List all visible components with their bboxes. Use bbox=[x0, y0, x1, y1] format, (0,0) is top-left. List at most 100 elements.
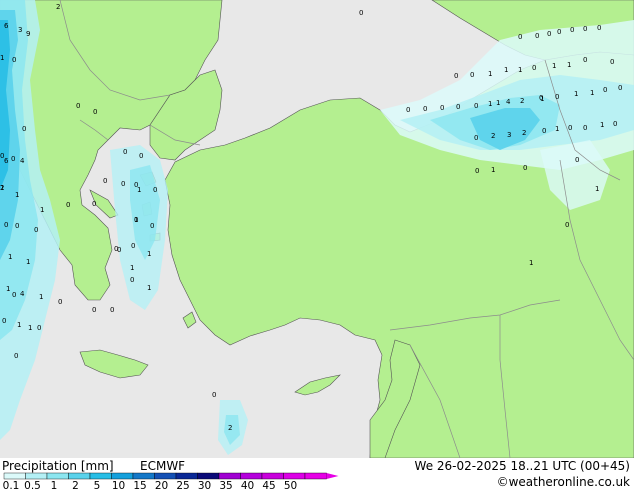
point-value: 4 bbox=[20, 290, 25, 298]
point-value: 3 bbox=[507, 131, 511, 139]
legend-tick-label: 45 bbox=[262, 480, 275, 490]
point-value: 2 bbox=[491, 132, 495, 140]
footer: Precipitation [mm] ECMWF We 26-02-2025 1… bbox=[0, 458, 634, 490]
map-canvas: 2 0 6 3 9 1 0 0 0 0 0 0 0 0 4 6 0 0 1 0 … bbox=[0, 0, 634, 490]
credit-text: ©weatheronline.co.uk bbox=[497, 475, 630, 489]
legend-tick-label: 50 bbox=[284, 480, 297, 490]
point-value: 0 bbox=[603, 86, 607, 94]
point-value: 0 bbox=[92, 306, 96, 314]
point-value: 1 bbox=[40, 206, 44, 214]
point-value: 0 bbox=[475, 167, 479, 175]
point-value: 2 bbox=[520, 97, 524, 105]
point-value: 0 bbox=[575, 156, 579, 164]
legend-tick-label: 0.1 bbox=[3, 480, 20, 490]
legend-swatch bbox=[261, 472, 284, 480]
legend-tick-label: 40 bbox=[241, 480, 254, 490]
point-value: 0 bbox=[518, 33, 522, 41]
legend-swatch bbox=[132, 472, 155, 480]
point-value: 1 bbox=[137, 186, 141, 194]
point-value: 6 bbox=[4, 157, 9, 165]
point-value: 1 bbox=[595, 185, 599, 193]
valid-time: We 26-02-2025 18..21 UTC (00+45) bbox=[415, 459, 630, 473]
point-value: 0 bbox=[212, 391, 216, 399]
legend-tick-label: 35 bbox=[219, 480, 232, 490]
legend-swatch bbox=[25, 472, 48, 480]
point-value: 1 bbox=[15, 191, 19, 199]
point-value: 0 bbox=[4, 221, 8, 229]
point-value: 0 bbox=[610, 58, 614, 66]
point-value: 1 bbox=[555, 125, 559, 133]
point-value: 4 bbox=[20, 157, 25, 165]
point-value: 0 bbox=[523, 164, 527, 172]
point-value: 0 bbox=[66, 201, 70, 209]
legend-swatch bbox=[154, 472, 177, 480]
point-value: 1 bbox=[600, 121, 604, 129]
legend-tick-label: 30 bbox=[198, 480, 211, 490]
point-value: 1 bbox=[147, 250, 151, 258]
point-value: 0 bbox=[37, 324, 41, 332]
point-value: 0 bbox=[557, 28, 561, 36]
point-value: 0 bbox=[12, 291, 16, 299]
point-value: 0 bbox=[454, 72, 458, 80]
point-value: 1 bbox=[26, 258, 30, 266]
point-value: 0 bbox=[613, 120, 617, 128]
point-value: 3 bbox=[18, 26, 22, 34]
point-value: 9 bbox=[26, 30, 30, 38]
point-value: 6 bbox=[4, 22, 9, 30]
point-value: 0 bbox=[103, 177, 107, 185]
point-value: 0 bbox=[583, 124, 587, 132]
point-value: 1 bbox=[491, 166, 495, 174]
point-value: 0 bbox=[14, 352, 18, 360]
point-value: 2 bbox=[0, 184, 4, 192]
legend-tick-label: 20 bbox=[155, 480, 168, 490]
point-value: 0 bbox=[2, 317, 6, 325]
point-value: 1 bbox=[518, 66, 522, 74]
point-value: 0 bbox=[123, 148, 127, 156]
point-value: 1 bbox=[504, 66, 508, 74]
point-value: 0 bbox=[547, 30, 551, 38]
point-value: 1 bbox=[496, 99, 500, 107]
point-value: 0 bbox=[532, 64, 536, 72]
point-value: 1 bbox=[574, 90, 578, 98]
point-value: 0 bbox=[58, 298, 62, 306]
legend-swatch bbox=[3, 472, 26, 480]
point-value: 0 bbox=[474, 102, 478, 110]
point-value: 1 bbox=[8, 253, 12, 261]
point-value: 0 bbox=[92, 200, 96, 208]
point-value: 1 bbox=[529, 259, 533, 267]
point-value: 0 bbox=[423, 105, 427, 113]
legend-tick-label: 10 bbox=[112, 480, 125, 490]
point-value: 0 bbox=[570, 26, 574, 34]
legend-swatch bbox=[218, 472, 241, 480]
precipitation-map: 2 0 6 3 9 1 0 0 0 0 0 0 0 0 4 6 0 0 1 0 … bbox=[0, 0, 634, 490]
point-value: 0 bbox=[130, 276, 134, 284]
legend-tick-label: 0.5 bbox=[24, 480, 41, 490]
point-value: 1 bbox=[39, 293, 43, 301]
point-value: 1 bbox=[552, 62, 556, 70]
point-value: 0 bbox=[121, 180, 125, 188]
legend-tick-label: 25 bbox=[176, 480, 189, 490]
point-value: 0 bbox=[474, 134, 478, 142]
point-value: 1 bbox=[488, 70, 492, 78]
point-value: 0 bbox=[76, 102, 80, 110]
point-value: 1 bbox=[147, 284, 151, 292]
legend-tick-label: 1 bbox=[51, 480, 58, 490]
point-value: 0 bbox=[406, 106, 410, 114]
point-value: 0 bbox=[470, 71, 474, 79]
point-value: 2 bbox=[56, 3, 60, 11]
point-value: 0 bbox=[131, 242, 135, 250]
point-value: 0 bbox=[456, 103, 460, 111]
point-value: 0 bbox=[139, 152, 143, 160]
point-value: 0 bbox=[15, 222, 19, 230]
point-value: 4 bbox=[506, 98, 511, 106]
legend-swatch bbox=[240, 472, 263, 480]
point-value: 0 bbox=[153, 186, 157, 194]
point-value: 0 bbox=[359, 9, 363, 17]
point-value: 0 bbox=[542, 127, 546, 135]
point-value: 0 bbox=[110, 306, 114, 314]
point-value: 0 bbox=[93, 108, 97, 116]
point-value: 0 bbox=[117, 246, 121, 254]
point-value: 1 bbox=[130, 264, 134, 272]
map-title: Precipitation [mm] bbox=[2, 459, 114, 473]
legend-swatch bbox=[283, 472, 306, 480]
